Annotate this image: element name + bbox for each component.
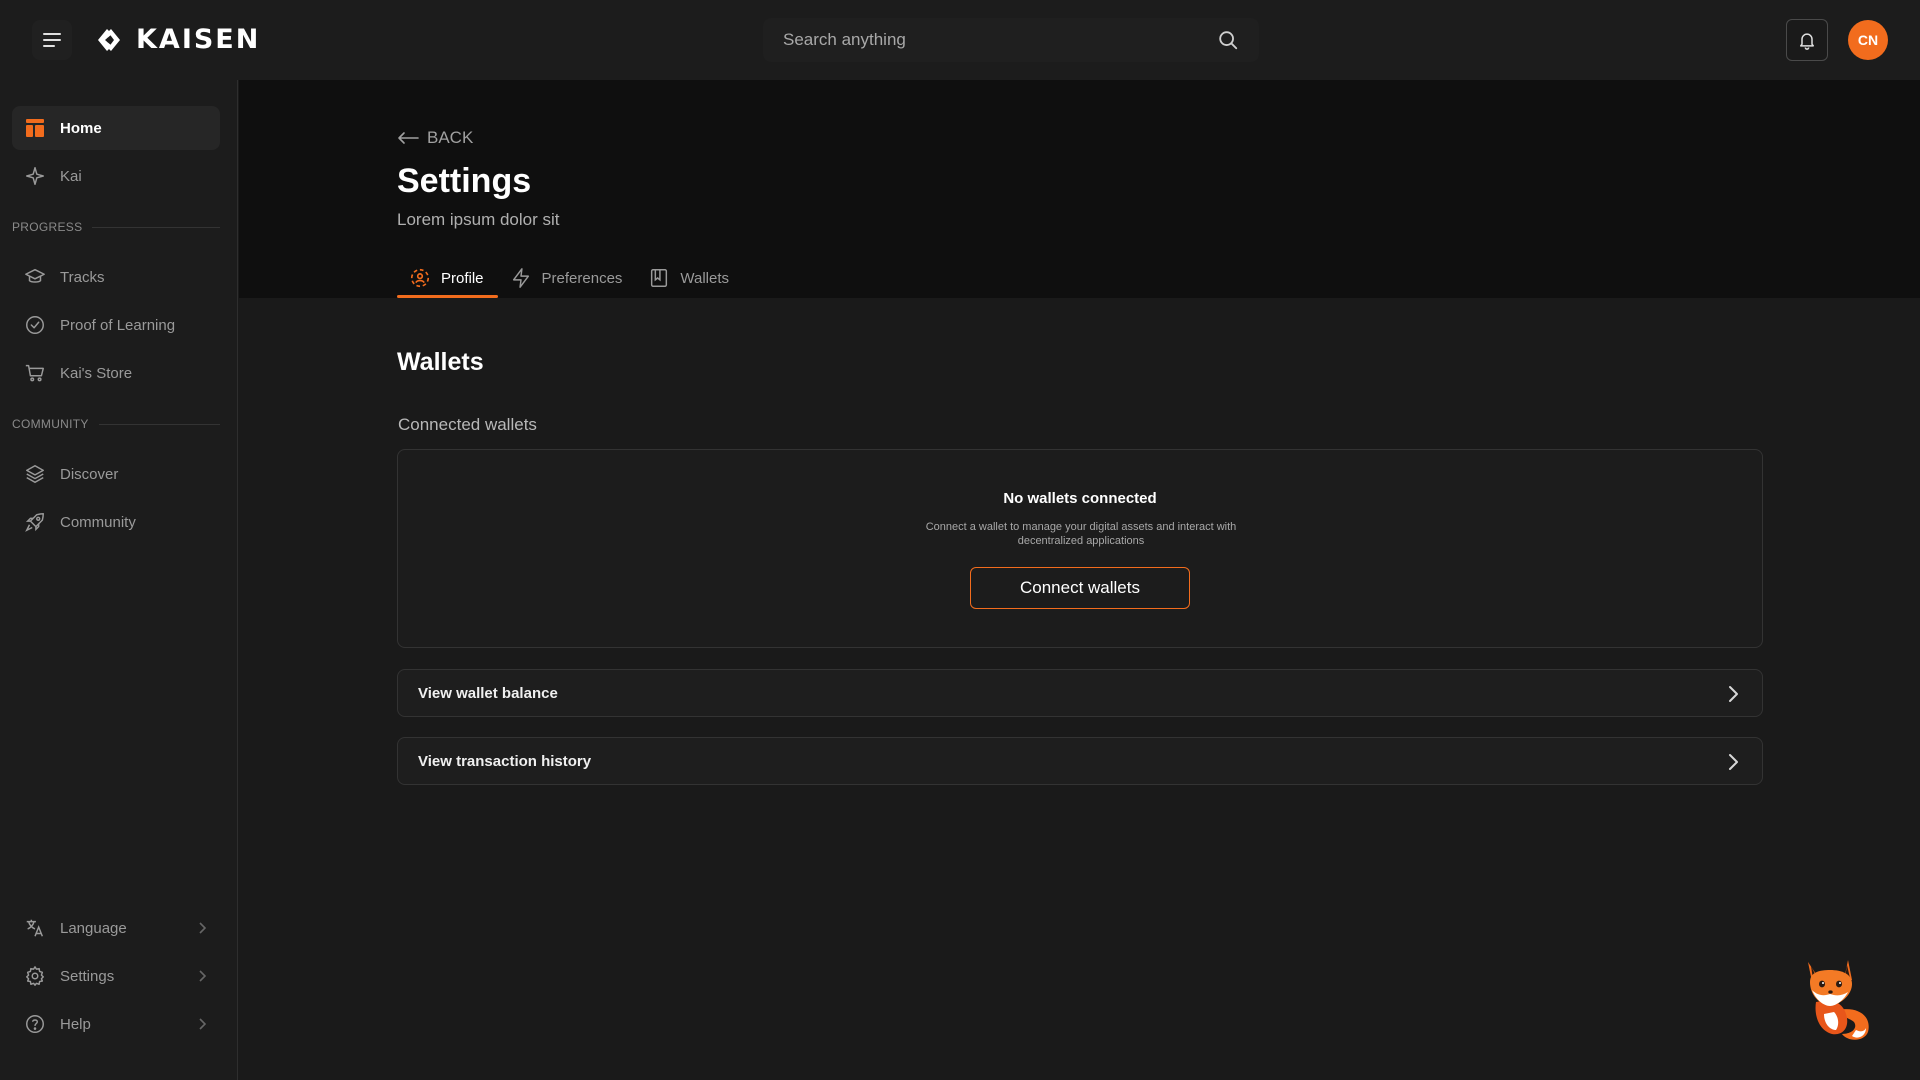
- sidebar-item-label: Settings: [60, 967, 115, 985]
- row-label: View wallet balance: [418, 684, 558, 702]
- kaisen-logo-icon: [98, 28, 120, 51]
- bolt-icon: [512, 268, 529, 288]
- hamburger-icon: [43, 33, 61, 47]
- sidebar: Home Kai PROGRESS Tracks Proof of Learni…: [0, 80, 238, 1080]
- sidebar-item-community[interactable]: Community: [12, 500, 220, 544]
- sidebar-item-language[interactable]: Language: [12, 906, 220, 950]
- rocket-icon: [24, 511, 46, 533]
- tab-preferences[interactable]: Preferences: [498, 258, 637, 298]
- book-icon: [651, 269, 668, 287]
- chevron-right-icon: [1729, 754, 1738, 770]
- sidebar-item-help[interactable]: Help: [12, 1002, 220, 1046]
- sidebar-item-tracks[interactable]: Tracks: [12, 255, 220, 299]
- tab-profile[interactable]: Profile: [397, 258, 498, 298]
- sidebar-item-label: Proof of Learning: [60, 316, 176, 334]
- chevron-right-icon: [199, 970, 207, 982]
- sidebar-item-home[interactable]: Home: [12, 106, 220, 150]
- back-link[interactable]: BACK: [397, 128, 473, 148]
- tab-label: Wallets: [680, 269, 730, 287]
- page-title: Settings: [397, 162, 532, 200]
- chevron-right-icon: [1729, 686, 1738, 702]
- logo[interactable]: KAISEN: [94, 24, 260, 55]
- page-subtitle: Lorem ipsum dolor sit: [397, 210, 560, 229]
- sidebar-item-label: Tracks: [60, 268, 105, 286]
- divider: [98, 423, 220, 425]
- logo-text: KAISEN: [136, 24, 261, 55]
- layers-icon: [24, 463, 46, 485]
- help-circle-icon: [24, 1013, 46, 1035]
- connected-wallets-label: Connected wallets: [398, 415, 537, 434]
- chevron-right-icon: [199, 1018, 207, 1030]
- section-label-progress: PROGRESS: [12, 220, 220, 234]
- tab-label: Preferences: [541, 269, 623, 287]
- graduation-cap-icon: [24, 266, 46, 288]
- search-icon[interactable]: [1217, 29, 1239, 51]
- sidebar-item-label: Help: [60, 1015, 91, 1033]
- search-bar[interactable]: [763, 18, 1259, 62]
- gear-icon: [24, 965, 46, 987]
- section-title: Wallets: [397, 348, 484, 376]
- section-label-community: COMMUNITY: [12, 417, 220, 431]
- cart-icon: [24, 362, 46, 384]
- menu-button[interactable]: [32, 20, 72, 60]
- chevron-right-icon: [199, 922, 207, 934]
- translate-icon: [24, 917, 46, 939]
- sidebar-item-label: Kai's Store: [60, 364, 133, 382]
- sidebar-item-label: Discover: [60, 465, 119, 483]
- settings-tabs: Profile Preferences Wallets: [397, 258, 743, 298]
- view-wallet-balance-row[interactable]: View wallet balance: [397, 669, 1763, 717]
- notifications-button[interactable]: [1786, 19, 1828, 61]
- connect-wallets-button[interactable]: Connect wallets: [970, 567, 1190, 609]
- tab-wallets[interactable]: Wallets: [636, 258, 743, 298]
- sidebar-item-kais-store[interactable]: Kai's Store: [12, 351, 220, 395]
- home-icon: [24, 117, 46, 139]
- sidebar-item-label: Home: [60, 119, 102, 137]
- top-bar: KAISEN CN: [0, 0, 1920, 80]
- sparkle-icon: [24, 165, 46, 187]
- empty-state-description: Connect a wallet to manage your digital …: [925, 521, 1237, 547]
- empty-state-title: No wallets connected: [1003, 490, 1157, 507]
- check-circle-icon: [24, 314, 46, 336]
- fox-mascot-icon[interactable]: [1798, 952, 1874, 1042]
- back-label: BACK: [427, 128, 474, 147]
- arrow-left-icon: [398, 132, 419, 144]
- divider: [92, 226, 220, 228]
- row-label: View transaction history: [418, 752, 592, 770]
- sidebar-item-label: Kai: [60, 167, 82, 185]
- sidebar-item-settings[interactable]: Settings: [12, 954, 220, 998]
- tab-label: Profile: [441, 269, 484, 287]
- connected-wallets-panel: No wallets connected Connect a wallet to…: [397, 449, 1763, 648]
- sidebar-item-label: Community: [60, 513, 136, 531]
- profile-icon: [410, 268, 430, 288]
- search-input[interactable]: [783, 30, 1217, 50]
- bell-icon: [1800, 33, 1814, 50]
- sidebar-item-discover[interactable]: Discover: [12, 452, 220, 496]
- sidebar-item-proof-of-learning[interactable]: Proof of Learning: [12, 303, 220, 347]
- sidebar-item-label: Language: [60, 919, 127, 937]
- view-transaction-history-row[interactable]: View transaction history: [397, 737, 1763, 785]
- user-avatar[interactable]: CN: [1848, 20, 1888, 60]
- sidebar-item-kai[interactable]: Kai: [12, 154, 220, 198]
